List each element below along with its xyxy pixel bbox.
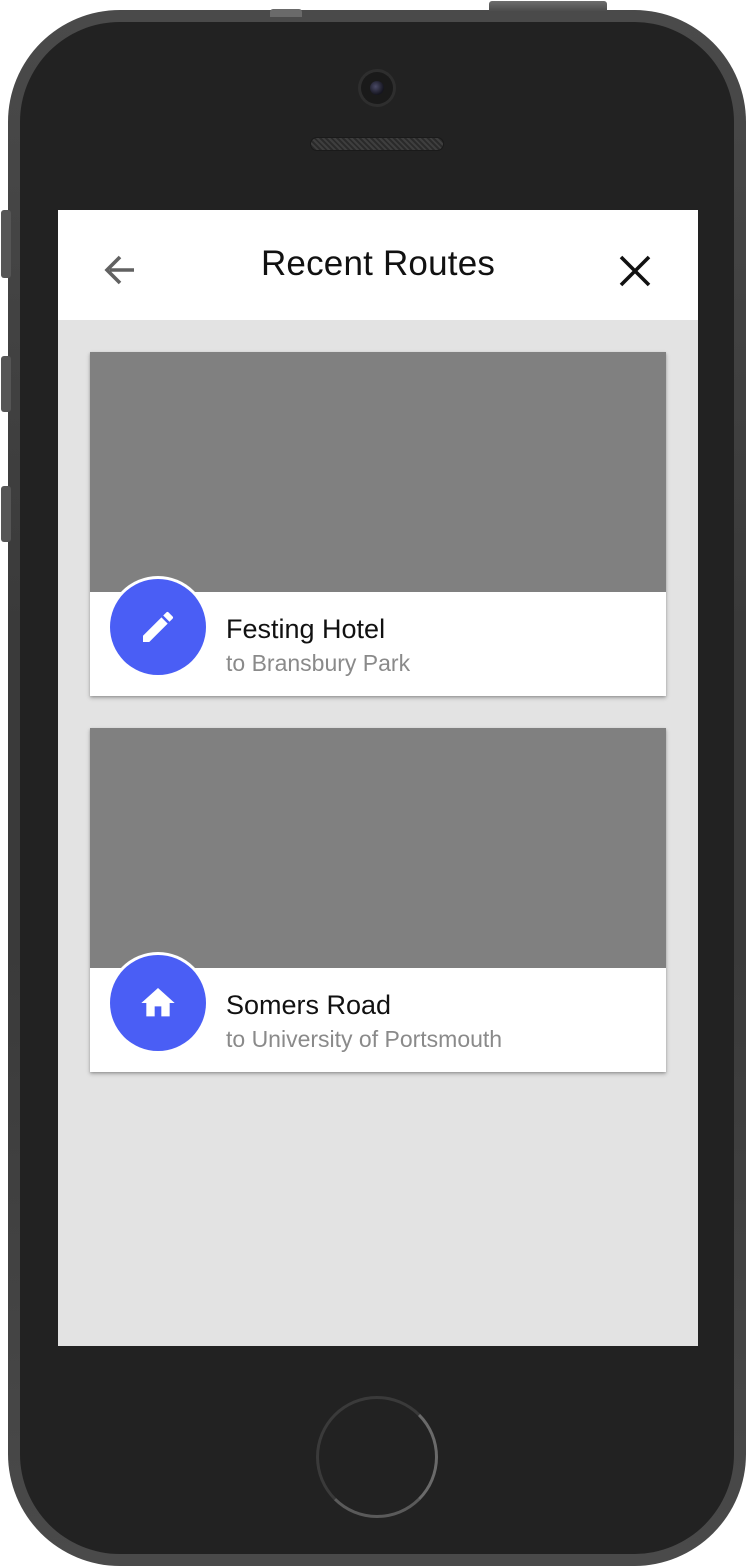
route-destination: to Bransbury Park (226, 650, 411, 676)
route-avatar (107, 952, 209, 1054)
route-map-placeholder (90, 728, 666, 968)
route-destination: to University of Portsmouth (226, 1026, 503, 1052)
home-icon (141, 988, 175, 1017)
home-button[interactable] (316, 1396, 438, 1518)
route-title: Festing Hotel (226, 614, 386, 644)
volume-down-button (1, 486, 11, 542)
route-card[interactable]: Somers Road to University of Portsmouth (90, 728, 666, 1072)
page-title: Recent Routes (260, 244, 496, 283)
route-card[interactable]: Festing Hotel to Bransbury Park (90, 352, 666, 696)
app-screen: Recent Routes Festing Hotel to Bransbury… (58, 210, 698, 1346)
back-button[interactable] (98, 248, 144, 294)
earpiece-speaker (310, 137, 444, 151)
pencil-icon (143, 611, 174, 642)
sleep-button (489, 1, 607, 11)
volume-up-button (1, 356, 11, 412)
app-bar: Recent Routes (58, 210, 698, 320)
route-map-placeholder (90, 352, 666, 592)
front-camera (361, 72, 393, 104)
route-title: Somers Road (226, 990, 392, 1020)
mute-switch (1, 210, 11, 278)
close-button[interactable] (612, 248, 658, 294)
route-avatar (107, 576, 209, 678)
top-edge-highlight (270, 9, 302, 17)
arrow-left-icon (104, 255, 134, 285)
close-icon (619, 255, 651, 287)
